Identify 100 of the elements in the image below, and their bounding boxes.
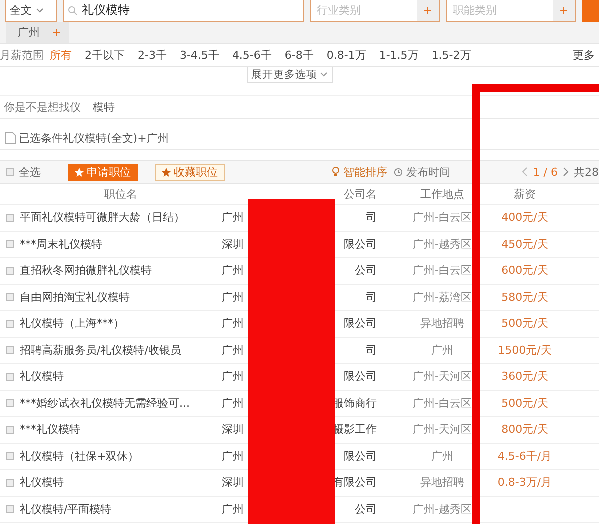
- job-title-link[interactable]: 自由网拍淘宝礼仪模特: [20, 290, 130, 304]
- table-cell: 广州-白云区: [413, 396, 472, 410]
- search-field[interactable]: 礼仪模特: [63, 0, 304, 22]
- search-icon: [68, 6, 78, 16]
- publish-time-button[interactable]: 发布时间: [393, 164, 452, 180]
- salary-option[interactable]: 2-3千: [138, 48, 167, 62]
- salary-cell: 400元/天: [502, 211, 548, 224]
- salary-option[interactable]: 3-4.5千: [180, 48, 220, 62]
- table-cell: 广州: [222, 316, 244, 332]
- document-icon: [5, 132, 17, 144]
- checkbox[interactable]: [6, 293, 14, 302]
- table-cell: 限公司: [344, 236, 377, 252]
- table-cell: 司: [366, 342, 377, 358]
- salary-option[interactable]: 4.5-6千: [232, 48, 272, 62]
- table-cell: 广州: [222, 263, 244, 278]
- city-tag[interactable]: 广州 +: [6, 22, 70, 43]
- job-title-link[interactable]: 礼仪模特/平面模特: [20, 502, 112, 516]
- table-cell: 广州: [222, 448, 244, 464]
- table-cell: 广州-白云区: [413, 264, 472, 278]
- salary-cell: 450元/天: [502, 238, 548, 251]
- more-link[interactable]: 更多: [573, 48, 595, 62]
- checkbox[interactable]: [6, 346, 14, 354]
- suggestion-link[interactable]: 模特: [93, 100, 115, 114]
- filter-label: 月薪范围: [0, 48, 44, 62]
- table-cell: 深圳: [222, 422, 244, 438]
- checkbox[interactable]: [6, 320, 14, 328]
- table-cell: 广州-越秀区: [413, 502, 472, 516]
- salary-option[interactable]: 0.8-1万: [326, 48, 366, 62]
- checkbox[interactable]: [6, 478, 14, 487]
- caret-icon: [36, 8, 44, 13]
- table-cell: 广州: [432, 450, 454, 463]
- star-icon: [162, 168, 171, 176]
- job-title-link[interactable]: 礼仪模特: [20, 476, 64, 490]
- checkbox[interactable]: [6, 214, 14, 222]
- next-page-icon[interactable]: [563, 167, 569, 177]
- select-all-label: 全选: [19, 164, 41, 180]
- checkbox[interactable]: [6, 452, 14, 460]
- table-cell: 公司: [355, 263, 377, 278]
- table-cell: 司: [366, 210, 377, 226]
- checkbox[interactable]: [6, 240, 14, 248]
- table-cell: 广州: [432, 344, 454, 357]
- table-cell: 限公司: [344, 448, 377, 464]
- expand-options-button[interactable]: 展开更多选项: [246, 67, 332, 83]
- job-title-link[interactable]: ***婚纱试衣礼仪模特无需经验可...: [20, 396, 190, 410]
- checkbox[interactable]: [6, 399, 14, 408]
- salary-cell: 4.5-6千/月: [498, 450, 552, 463]
- search-button[interactable]: [582, 0, 599, 22]
- column-header: 工作地点: [420, 186, 466, 202]
- table-cell: 广州: [222, 290, 244, 305]
- salary-option[interactable]: 2千以下: [85, 48, 125, 62]
- job-title-link[interactable]: 平面礼仪模特可微胖大龄（日结）: [20, 211, 185, 224]
- clock-icon: [394, 168, 404, 176]
- column-header: 公司名: [343, 186, 378, 202]
- table-cell: 异地招聘: [420, 476, 464, 490]
- job-title-link[interactable]: 礼仪模特（社保+双休）: [20, 450, 140, 463]
- scope-dropdown[interactable]: 全文: [5, 0, 57, 22]
- table-cell: 广州-天河区: [413, 370, 472, 384]
- checkbox[interactable]: [6, 266, 14, 275]
- table-cell: 司: [366, 290, 377, 305]
- job-title-link[interactable]: 礼仪模特: [20, 370, 64, 384]
- salary-cell: 500元/天: [502, 396, 548, 410]
- salary-cell: 580元/天: [502, 290, 548, 304]
- salary-option[interactable]: 1-1.5万: [379, 48, 419, 62]
- table-cell: 广州: [222, 210, 244, 226]
- job-title-link[interactable]: 招聘高薪服务员/礼仪模特/收银员: [20, 344, 182, 357]
- favorite-button[interactable]: 收藏职位: [155, 164, 225, 180]
- previous-page-icon[interactable]: [522, 167, 528, 177]
- table-cell: 限公司: [344, 316, 377, 332]
- table-cell: 异地招聘: [420, 317, 464, 330]
- job-title-link[interactable]: 礼仪模特（上海***）: [20, 317, 124, 330]
- star-icon: [75, 168, 84, 176]
- job-title-link[interactable]: 直招秋冬网拍微胖礼仪模特: [20, 264, 152, 278]
- table-cell: 广州-荔湾区: [413, 290, 472, 304]
- salary-cell: 500元/天: [502, 317, 548, 330]
- total-count: 共28: [574, 164, 599, 180]
- lightbulb-icon: [332, 167, 340, 177]
- checkbox[interactable]: [6, 426, 14, 434]
- column-header: 薪资: [513, 186, 537, 202]
- table-cell: 深圳: [222, 236, 244, 252]
- selected-conditions: 已选条件礼仪模特(全文)+广州: [19, 130, 169, 146]
- salary-cell: 1500元/天: [498, 344, 552, 357]
- salary-cell: 800元/天: [502, 423, 548, 436]
- salary-cell: 0.8-3万/月: [498, 476, 552, 490]
- table-cell: 广州-白云区: [413, 211, 472, 224]
- salary-cell: 600元/天: [502, 264, 548, 278]
- checkbox[interactable]: [6, 372, 14, 381]
- table-cell: 深圳: [222, 475, 244, 490]
- checkbox[interactable]: [6, 168, 14, 176]
- table-cell: 广州: [222, 369, 244, 384]
- suggestion-label: 你是不是想找仪: [4, 100, 81, 114]
- salary-cell: 360元/天: [502, 370, 548, 384]
- checkbox[interactable]: [6, 505, 14, 514]
- table-cell: 广州: [222, 342, 244, 358]
- table-cell: 公司: [355, 502, 377, 517]
- table-cell: 广州: [222, 396, 244, 411]
- page-indicator: 1 / 6: [533, 166, 558, 178]
- job-title-link[interactable]: ***周末礼仪模特: [20, 238, 102, 251]
- job-title-link[interactable]: ***礼仪模特: [20, 423, 80, 436]
- salary-option[interactable]: 1.5-2万: [432, 48, 472, 62]
- salary-option[interactable]: 6-8千: [284, 48, 314, 62]
